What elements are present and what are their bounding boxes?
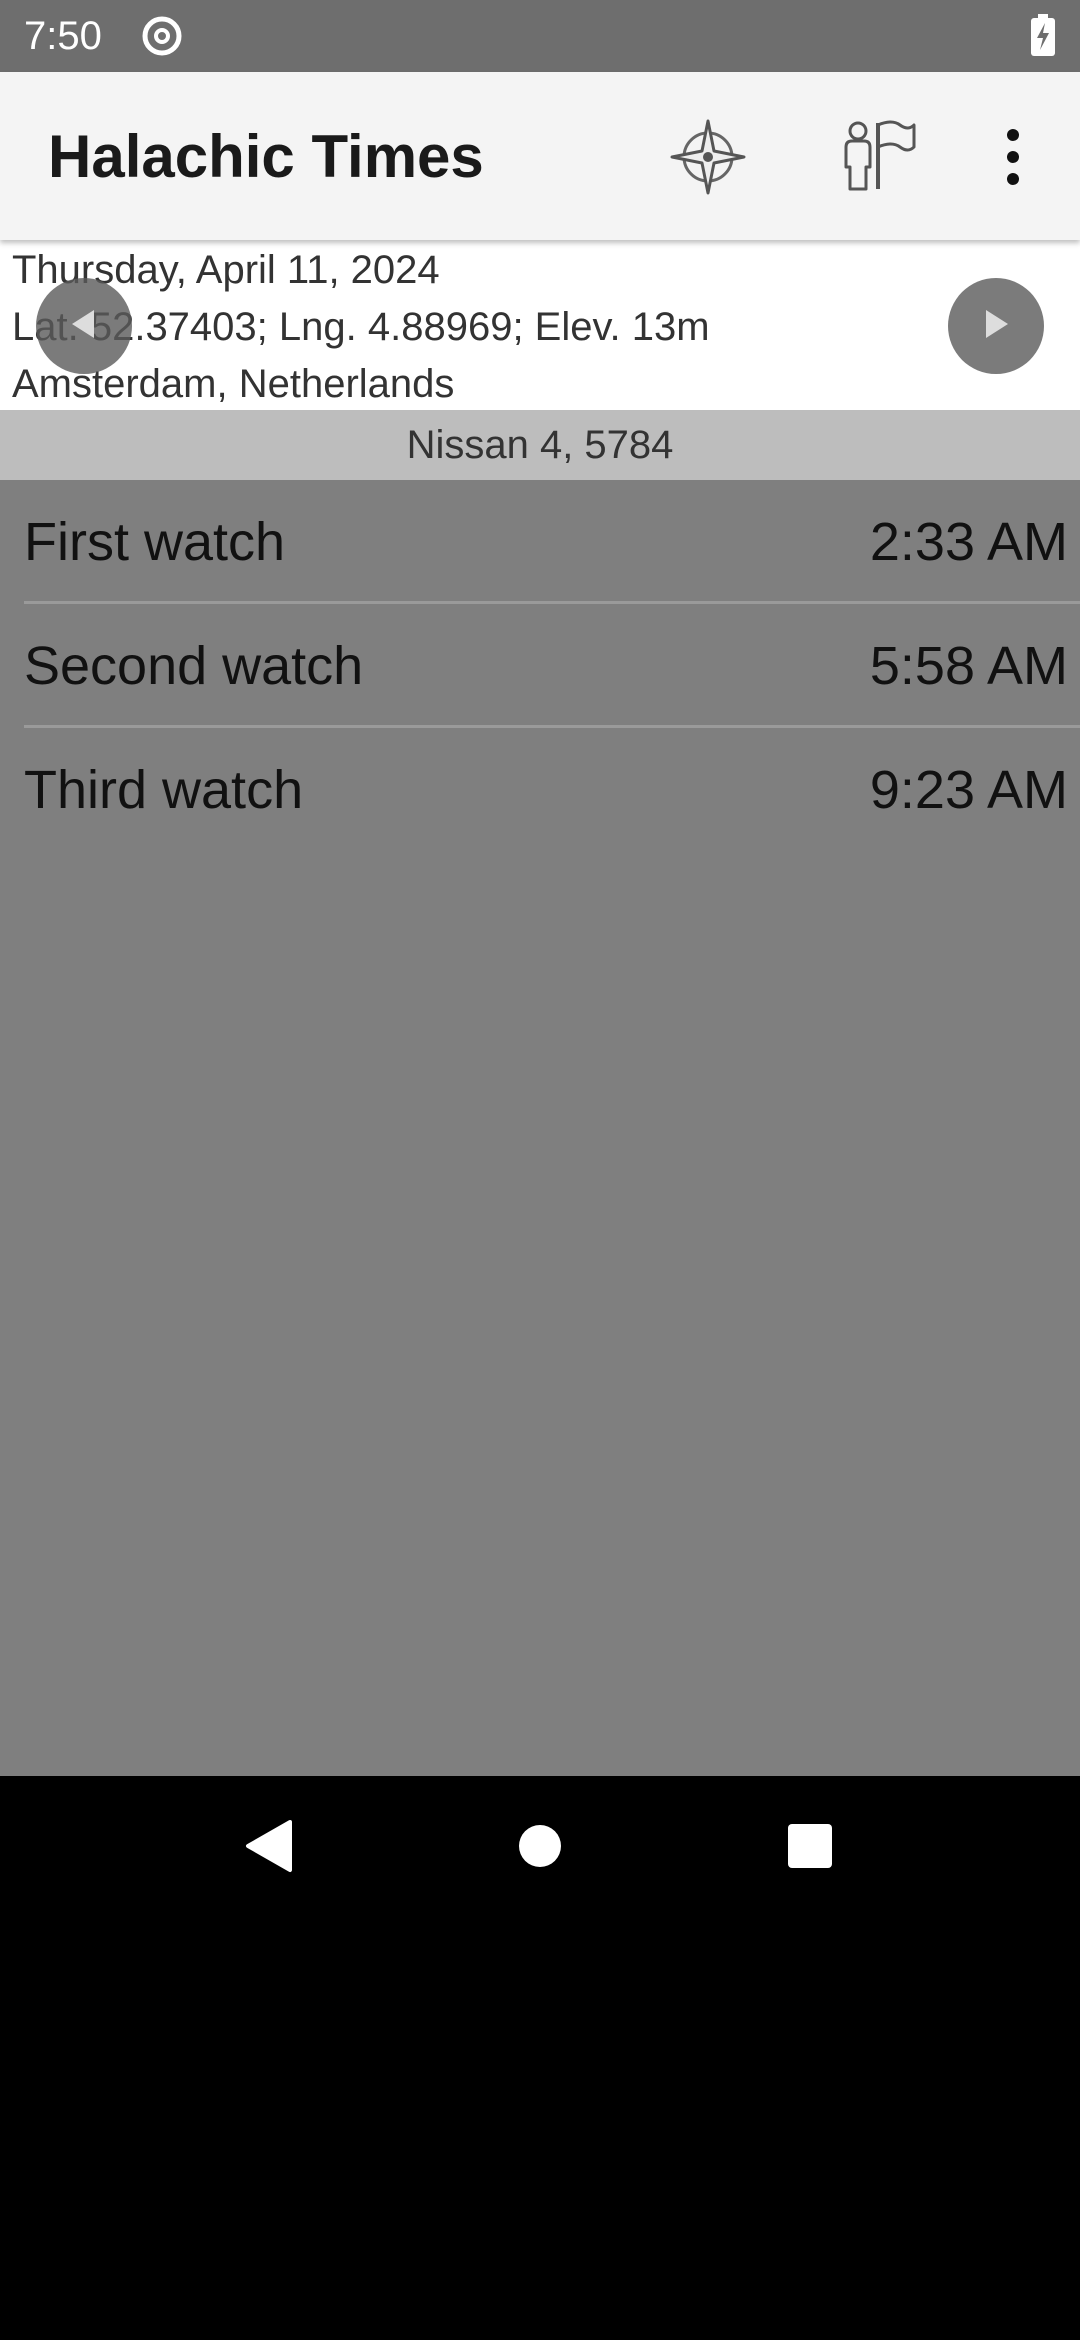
time-value: 2:33 AM [869,512,1068,572]
list-item[interactable]: Second watch 5:58 AM [0,604,1080,728]
system-navigation-bar [0,1776,1080,1920]
status-bar: 7:50 [0,0,1080,72]
data-saver-icon [140,14,184,63]
place-button[interactable] [833,114,923,204]
list-item[interactable]: First watch 2:33 AM [0,480,1080,604]
battery-charging-icon [1030,14,1056,63]
recents-button[interactable] [770,1808,850,1888]
home-icon [517,1823,563,1874]
arrow-right-icon [976,304,1016,349]
time-value: 5:58 AM [869,636,1068,696]
next-day-button[interactable] [948,278,1044,374]
recents-icon [787,1823,833,1874]
location-compass-button[interactable] [663,114,753,204]
back-icon [242,1818,294,1879]
home-button[interactable] [500,1808,580,1888]
status-time: 7:50 [24,14,102,58]
time-label: First watch [24,512,286,572]
place-person-icon [838,117,918,202]
list-item[interactable]: Third watch 9:23 AM [0,728,1080,852]
hebrew-date: Nissan 4, 5784 [0,410,1080,480]
times-list: First watch 2:33 AM Second watch 5:58 AM… [0,480,1080,1776]
previous-day-button[interactable] [36,278,132,374]
overflow-menu-button[interactable] [968,114,1058,204]
arrow-left-icon [64,304,104,349]
back-button[interactable] [228,1808,308,1888]
time-label: Second watch [24,636,364,696]
time-label: Third watch [24,760,304,820]
app-bar: Halachic Times [0,72,1080,240]
overflow-menu-icon [1003,127,1023,192]
date-header: Thursday, April 11, 2024 Lat. 52.37403; … [0,240,1080,410]
app-title: Halachic Times [48,123,484,190]
location-compass-icon [668,117,748,202]
time-value: 9:23 AM [869,760,1068,820]
